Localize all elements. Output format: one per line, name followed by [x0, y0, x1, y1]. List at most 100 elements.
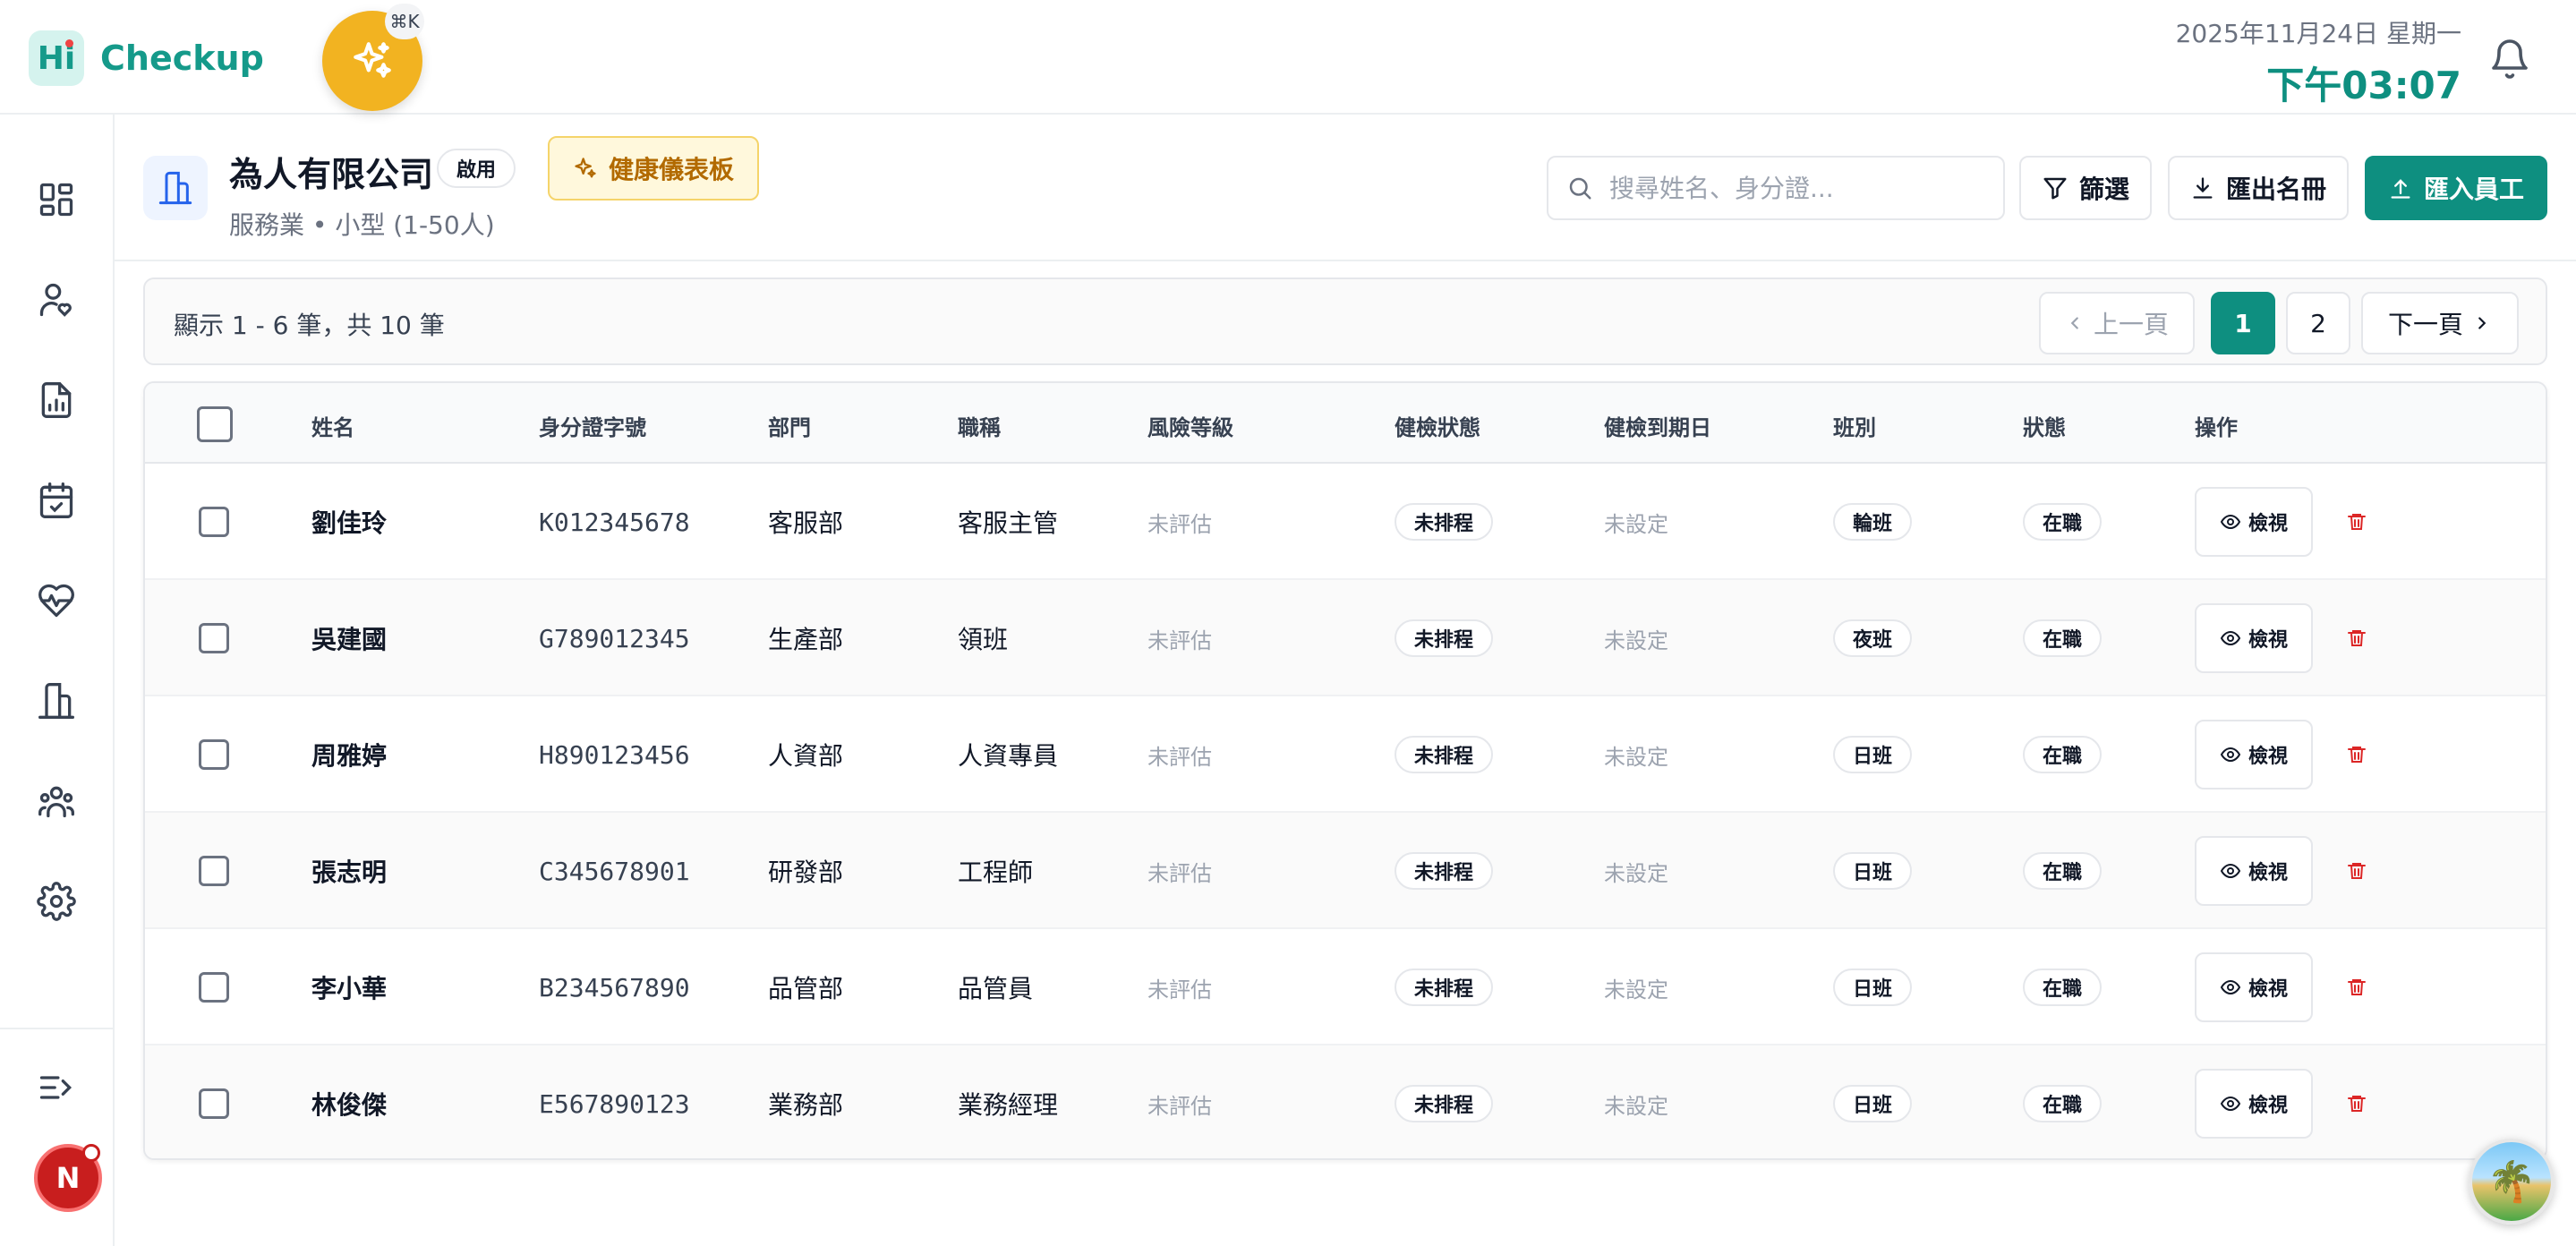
company-subtitle: 服務業 • 小型 (1-50人)	[229, 210, 495, 240]
eye-icon	[2220, 514, 2241, 530]
trash-icon[interactable]	[2343, 625, 2370, 652]
logo-mark: Hi	[29, 30, 84, 86]
risk-level: 未評估	[1147, 627, 1212, 653]
table-row[interactable]: 李小華 B234567890 品管部 品管員 未評估 未排程 未設定 日班 在職…	[145, 929, 2546, 1045]
column-header-due-date[interactable]: 健檢到期日	[1604, 410, 1711, 441]
company-status-badge: 啟用	[437, 149, 516, 188]
column-header-risk[interactable]: 風險等級	[1147, 410, 1233, 441]
employee-name: 周雅婷	[311, 741, 388, 771]
shift-cell: 夜班	[1833, 580, 1913, 696]
search-input[interactable]	[1609, 173, 1985, 203]
settings-icon[interactable]	[34, 879, 79, 924]
palm-tree-assistant-icon[interactable]: 🌴	[2469, 1139, 2555, 1225]
checkup-due-date: 未設定	[1604, 860, 1668, 886]
view-label: 檢視	[2248, 862, 2288, 884]
actions-cell: 檢視	[2195, 464, 2313, 580]
employment-status-badge: 在職	[2023, 503, 2103, 541]
row-checkbox[interactable]	[199, 1045, 229, 1158]
filter-label: 篩選	[2078, 175, 2129, 204]
view-button[interactable]: 檢視	[2195, 836, 2313, 906]
sidebar: N	[0, 115, 115, 1246]
view-button[interactable]: 檢視	[2195, 720, 2313, 789]
employment-status-badge: 在職	[2023, 736, 2103, 773]
row-checkbox[interactable]	[199, 580, 229, 696]
column-header-checkup-status[interactable]: 健檢狀態	[1395, 410, 1480, 441]
trash-icon[interactable]	[2343, 508, 2370, 535]
trash-icon[interactable]	[2343, 858, 2370, 884]
column-header-shift[interactable]: 班別	[1833, 410, 1876, 441]
employee-id: G789012345	[539, 623, 690, 653]
delete-cell	[2343, 464, 2370, 580]
result-range-text: 顯示 1 - 6 筆，共 10 筆	[174, 311, 445, 340]
row-checkbox[interactable]	[199, 464, 229, 580]
export-roster-button[interactable]: 匯出名冊	[2168, 156, 2349, 220]
risk-level: 未評估	[1147, 1093, 1212, 1119]
import-employees-button[interactable]: 匯入員工	[2365, 156, 2547, 220]
employee-dept: 業務部	[768, 1090, 844, 1120]
trash-icon[interactable]	[2343, 1090, 2370, 1117]
sparkles-icon	[354, 42, 391, 78]
bell-icon[interactable]	[2488, 36, 2531, 82]
shift-cell: 日班	[1833, 1045, 1913, 1158]
column-header-dept[interactable]: 部門	[768, 410, 811, 441]
shift-cell: 輪班	[1833, 464, 1913, 580]
view-button[interactable]: 檢視	[2195, 1069, 2313, 1139]
table-row[interactable]: 張志明 C345678901 研發部 工程師 未評估 未排程 未設定 日班 在職…	[145, 813, 2546, 929]
filter-button[interactable]: 篩選	[2019, 156, 2152, 220]
trash-icon[interactable]	[2343, 974, 2370, 1001]
collapse-icon[interactable]	[34, 1065, 79, 1110]
view-button[interactable]: 檢視	[2195, 487, 2313, 557]
view-button[interactable]: 檢視	[2195, 952, 2313, 1022]
heartbeat-icon[interactable]	[34, 578, 79, 623]
team-icon[interactable]	[34, 779, 79, 824]
row-checkbox[interactable]	[199, 929, 229, 1045]
view-label: 檢視	[2248, 1095, 2288, 1117]
table-row[interactable]: 林俊傑 E567890123 業務部 業務經理 未評估 未排程 未設定 日班 在…	[145, 1045, 2546, 1158]
delete-cell	[2343, 580, 2370, 696]
employment-status-badge: 在職	[2023, 969, 2103, 1006]
employee-dept: 研發部	[768, 858, 844, 887]
page-button-2[interactable]: 2	[2286, 292, 2350, 354]
health-user-icon[interactable]	[34, 277, 79, 322]
row-checkbox[interactable]	[199, 813, 229, 929]
pagination-bar: 顯示 1 - 6 筆，共 10 筆 上一頁 1 2 下一頁	[143, 277, 2547, 365]
select-all-checkbox[interactable]	[197, 406, 233, 442]
checkup-status-badge: 未排程	[1395, 736, 1494, 773]
row-checkbox[interactable]	[199, 696, 229, 813]
shift-badge: 夜班	[1833, 619, 1913, 657]
next-page-button[interactable]: 下一頁	[2361, 292, 2519, 354]
prev-page-button[interactable]: 上一頁	[2039, 292, 2195, 354]
employee-title: 人資專員	[958, 741, 1059, 771]
status-cell: 在職	[2023, 580, 2103, 696]
column-header-title[interactable]: 職稱	[958, 410, 1001, 441]
health-dashboard-button[interactable]: 健康儀表板	[548, 136, 760, 201]
current-time: 下午03:07	[2266, 64, 2461, 107]
status-cell: 在職	[2023, 464, 2103, 580]
report-icon[interactable]	[34, 378, 79, 422]
employee-title: 品管員	[958, 974, 1034, 1003]
eye-icon	[2220, 1096, 2241, 1112]
building-icon[interactable]	[34, 678, 79, 723]
checkup-due-date: 未設定	[1604, 977, 1668, 1003]
prev-page-label: 上一頁	[2093, 310, 2169, 339]
table-row[interactable]: 吳建國 G789012345 生產部 領班 未評估 未排程 未設定 夜班 在職 …	[145, 580, 2546, 696]
employee-name: 林俊傑	[311, 1090, 388, 1120]
table-row[interactable]: 劉佳玲 K012345678 客服部 客服主管 未評估 未排程 未設定 輪班 在…	[145, 464, 2546, 580]
calendar-check-icon[interactable]	[34, 478, 79, 523]
dashboard-icon[interactable]	[34, 177, 79, 222]
column-header-name[interactable]: 姓名	[311, 410, 354, 441]
shift-badge: 日班	[1833, 1085, 1913, 1122]
checkup-status-badge: 未排程	[1395, 619, 1494, 657]
view-button[interactable]: 檢視	[2195, 603, 2313, 673]
table-row[interactable]: 周雅婷 H890123456 人資部 人資專員 未評估 未排程 未設定 日班 在…	[145, 696, 2546, 813]
page-button-1[interactable]: 1	[2211, 292, 2275, 354]
checkup-due-date: 未設定	[1604, 627, 1668, 653]
checkup-due-date: 未設定	[1604, 511, 1668, 537]
actions-cell: 檢視	[2195, 696, 2313, 813]
column-header-id[interactable]: 身分證字號	[539, 410, 646, 441]
employee-title: 工程師	[958, 858, 1034, 887]
column-header-status[interactable]: 狀態	[2023, 410, 2066, 441]
eye-icon	[2220, 979, 2241, 995]
trash-icon[interactable]	[2343, 741, 2370, 768]
app-logo[interactable]: Hi Checkup	[29, 30, 264, 86]
